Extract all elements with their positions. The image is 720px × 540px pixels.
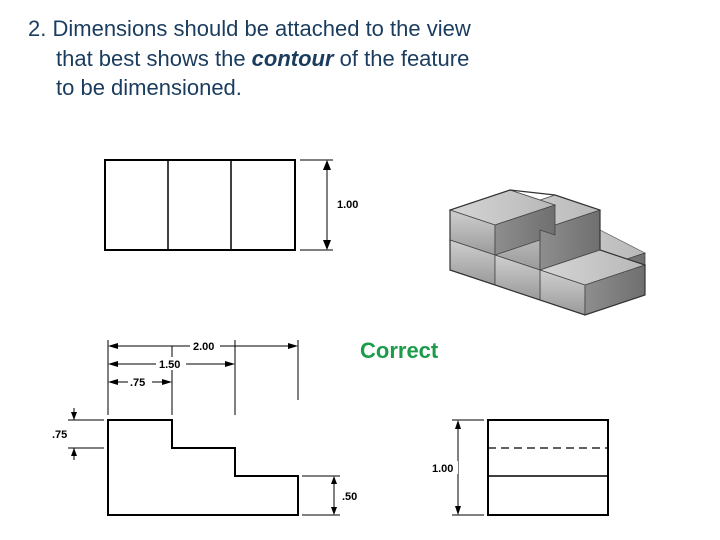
rule-line2b: of the feature <box>334 46 470 71</box>
dim-width-full: 2.00 <box>193 341 214 353</box>
dim-notch-height: .50 <box>342 491 357 503</box>
dim-top-height: 1.00 <box>337 199 358 211</box>
rule-text: 2. Dimensions should be attached to the … <box>28 14 690 103</box>
dim-width-mid: 1.50 <box>159 359 180 371</box>
rule-line3: to be dimensioned. <box>28 73 690 103</box>
front-view-drawing: 2.00 1.50 .75 .75 .50 <box>50 340 390 540</box>
top-view-drawing: 1.00 <box>95 150 385 265</box>
dim-width-small: .75 <box>130 377 145 389</box>
rule-line1: Dimensions should be attached to the vie… <box>52 16 470 41</box>
rule-line2a: that best shows the <box>56 46 252 71</box>
side-view-drawing: 1.00 <box>430 412 640 540</box>
dim-step-height: .75 <box>52 429 67 441</box>
isometric-block <box>440 155 650 330</box>
rule-number: 2. <box>28 16 46 41</box>
dim-side-height: 1.00 <box>432 463 453 475</box>
rule-contour-word: contour <box>252 46 334 71</box>
